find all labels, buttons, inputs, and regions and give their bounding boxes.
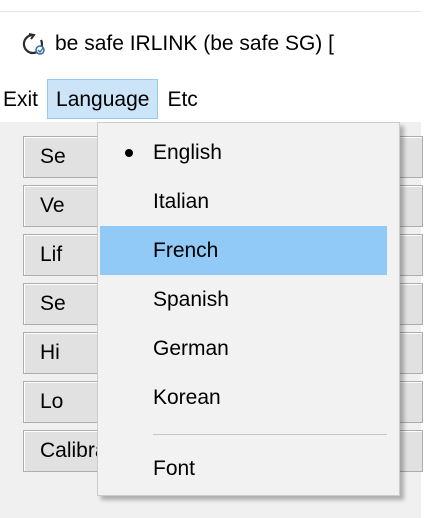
app-window: be safe IRLINK (be safe SG) [ Exit Langu… xyxy=(0,0,430,518)
language-option-label: Korean xyxy=(153,386,221,409)
window-title: be safe IRLINK (be safe SG) [ xyxy=(55,32,334,55)
language-option-label: Spanish xyxy=(153,288,229,311)
language-option-label: Italian xyxy=(153,190,210,213)
font-menu-item[interactable]: Font xyxy=(98,447,399,491)
language-option-label: German xyxy=(153,337,229,360)
language-option-korean[interactable]: Korean xyxy=(98,373,399,422)
language-option-spanish[interactable]: Spanish xyxy=(98,275,399,324)
menu-exit[interactable]: Exit xyxy=(0,79,47,119)
menu-etc[interactable]: Etc xyxy=(158,79,206,119)
menu-language[interactable]: Language xyxy=(47,79,159,119)
language-option-english[interactable]: English xyxy=(98,128,399,177)
window-top-edge xyxy=(0,0,430,12)
font-menu-label: Font xyxy=(153,457,196,480)
language-option-label: French xyxy=(153,239,219,262)
language-dropdown-menu: English Italian French Spanish German Ko… xyxy=(97,122,400,496)
language-option-label: English xyxy=(153,141,222,164)
menu-separator xyxy=(153,434,387,435)
menu-bar: Exit Language Etc xyxy=(0,76,421,122)
language-option-german[interactable]: German xyxy=(98,324,399,373)
language-option-french[interactable]: French xyxy=(100,226,387,275)
selected-bullet-icon xyxy=(125,149,133,157)
language-option-italian[interactable]: Italian xyxy=(98,177,399,226)
title-bar[interactable]: be safe IRLINK (be safe SG) [ xyxy=(0,12,421,76)
refresh-arrow-icon xyxy=(20,31,46,57)
